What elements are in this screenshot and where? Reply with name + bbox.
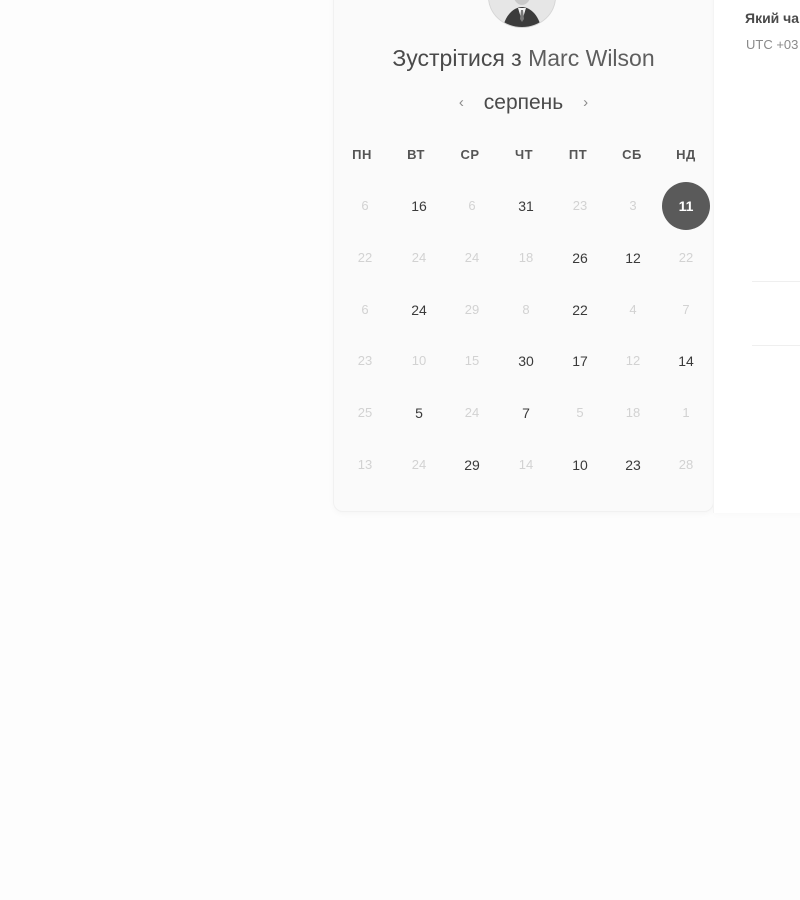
available-day[interactable]: 7 [502, 389, 550, 437]
unavailable-day: 13 [357, 457, 373, 472]
divider [752, 345, 800, 346]
unavailable-day: 29 [464, 302, 480, 317]
available-day[interactable]: 31 [502, 182, 550, 230]
unavailable-day: 5 [576, 405, 584, 420]
unavailable-day: 1 [682, 405, 690, 420]
available-day[interactable]: 24 [395, 286, 443, 334]
unavailable-day: 7 [682, 302, 690, 317]
divider [752, 281, 800, 282]
unavailable-day: 23 [572, 198, 588, 213]
unavailable-day: 24 [411, 457, 427, 472]
unavailable-day: 25 [357, 405, 373, 420]
unavailable-day: 14 [518, 457, 534, 472]
time-selection-panel: Який ча UTC +03 [713, 0, 800, 513]
available-day[interactable]: 30 [502, 337, 550, 385]
unavailable-day: 6 [468, 198, 476, 213]
booking-card: Зустрітися з Marc Wilson ‹ серпень › ПН … [333, 0, 714, 512]
unavailable-day: 10 [411, 353, 427, 368]
unavailable-day: 12 [625, 353, 641, 368]
unavailable-day: 24 [464, 250, 480, 265]
available-day[interactable]: 5 [395, 389, 443, 437]
unavailable-day: 22 [678, 250, 694, 265]
calendar-grid: 6 16 6 31 23 3 11 22 24 24 18 26 12 22 6 24 29 8 22 4 7 23 10 1… [334, 0, 713, 511]
available-day[interactable]: 22 [556, 286, 604, 334]
available-day[interactable]: 26 [556, 234, 604, 282]
unavailable-day: 8 [522, 302, 530, 317]
available-day[interactable]: 14 [662, 337, 710, 385]
timezone-label[interactable]: UTC +03 [746, 37, 798, 52]
available-day[interactable]: 17 [556, 337, 604, 385]
unavailable-day: 24 [464, 405, 480, 420]
unavailable-day: 24 [411, 250, 427, 265]
page: Зустрітися з Marc Wilson ‹ серпень › ПН … [0, 0, 800, 900]
unavailable-day: 4 [629, 302, 637, 317]
available-day[interactable]: 12 [609, 234, 657, 282]
available-day[interactable]: 16 [395, 182, 443, 230]
unavailable-day: 22 [357, 250, 373, 265]
unavailable-day: 28 [678, 457, 694, 472]
unavailable-day: 23 [357, 353, 373, 368]
available-day[interactable]: 29 [448, 441, 496, 489]
selected-day[interactable]: 11 [662, 182, 710, 230]
unavailable-day: 6 [361, 302, 369, 317]
unavailable-day: 18 [518, 250, 534, 265]
unavailable-day: 15 [464, 353, 480, 368]
unavailable-day: 6 [361, 198, 369, 213]
unavailable-day: 3 [629, 198, 637, 213]
unavailable-day: 18 [625, 405, 641, 420]
available-day[interactable]: 23 [609, 441, 657, 489]
time-question-heading: Який ча [745, 10, 800, 26]
available-day[interactable]: 10 [556, 441, 604, 489]
